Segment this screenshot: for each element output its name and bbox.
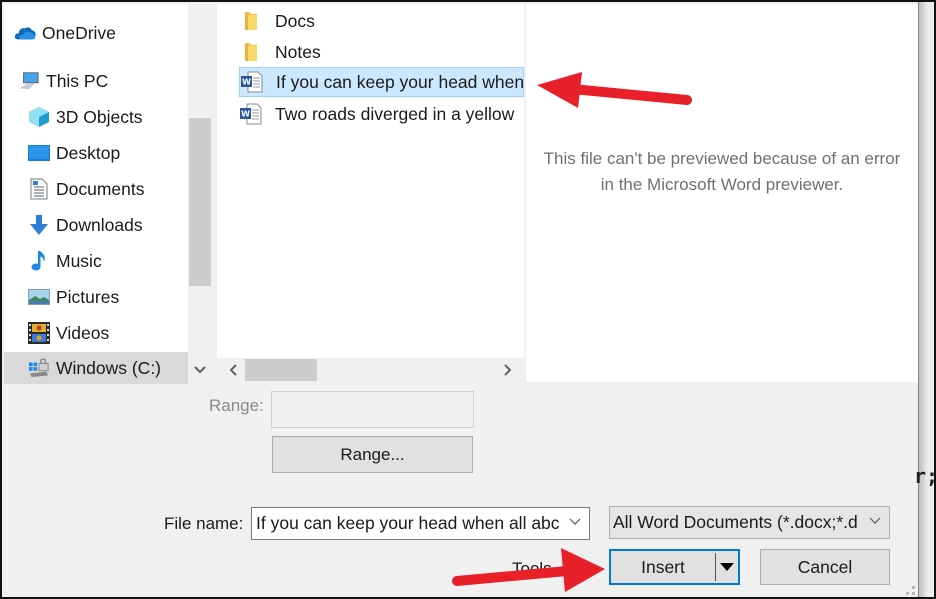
file-name-input[interactable]: If you can keep your head when all abc — [251, 507, 590, 540]
nav-item-label: Music — [56, 250, 102, 271]
svg-text:W: W — [241, 110, 250, 119]
range-input[interactable] — [271, 391, 474, 428]
scroll-down-icon[interactable] — [188, 358, 212, 382]
range-label: Range: — [209, 396, 264, 415]
nav-item-label: Desktop — [56, 142, 121, 163]
caret-down-icon — [720, 563, 734, 571]
videos-icon — [28, 322, 50, 344]
nav-item-onedrive[interactable]: OneDrive — [4, 16, 188, 50]
navigation-scrollbar[interactable] — [188, 4, 212, 382]
nav-item-label: Documents — [56, 178, 145, 199]
nav-item-this-pc[interactable]: This PC — [4, 64, 188, 98]
scrollbar-thumb[interactable] — [189, 118, 211, 286]
cancel-button[interactable]: Cancel — [760, 549, 890, 585]
chevron-down-icon — [869, 513, 881, 528]
navigation-pane: OneDrive This PC 3D Objects Desktop Docu… — [4, 4, 188, 384]
file-type-filter-value: All Word Documents (*.docx;*.d — [613, 512, 858, 532]
nav-item-downloads[interactable]: Downloads — [4, 208, 188, 242]
background-text-fragment: r; — [914, 464, 936, 488]
insert-split-button[interactable]: Insert — [609, 549, 740, 585]
scroll-left-icon[interactable] — [221, 358, 245, 382]
scrollbar-thumb[interactable] — [245, 359, 317, 381]
insert-options-dropdown[interactable] — [716, 563, 738, 571]
3d-objects-icon — [28, 106, 50, 128]
music-note-icon — [28, 250, 50, 272]
file-item-if-you-can-keep-your-head[interactable]: W If you can keep your head when — [239, 67, 524, 97]
folder-icon — [239, 41, 263, 63]
chevron-down-icon[interactable] — [569, 514, 581, 529]
onedrive-cloud-icon — [14, 22, 36, 44]
nav-item-label: 3D Objects — [56, 106, 143, 127]
preview-message-line-2: in the Microsoft Word previewer. — [600, 175, 844, 194]
desktop-icon — [28, 142, 50, 164]
drive-icon — [28, 357, 50, 379]
nav-item-label: This PC — [46, 70, 109, 91]
file-name-label: File name: — [164, 514, 244, 533]
file-item-two-roads-diverged[interactable]: W Two roads diverged in a yellow — [239, 99, 524, 129]
range-button[interactable]: Range... — [272, 436, 473, 473]
preview-error-message: This file can't be previewed because of … — [526, 146, 918, 198]
download-arrow-icon — [28, 214, 50, 236]
file-name: Notes — [275, 41, 321, 62]
insert-button[interactable]: Insert — [611, 557, 715, 578]
tools-menu-button[interactable]: Tools — [512, 559, 552, 579]
insert-file-dialog: OneDrive This PC 3D Objects Desktop Docu… — [0, 0, 936, 599]
nav-item-label: Windows (C:) — [56, 357, 162, 378]
nav-item-windows-c[interactable]: Windows (C:) — [4, 352, 188, 384]
nav-item-label: OneDrive — [42, 22, 116, 43]
file-item-notes[interactable]: Notes — [239, 37, 519, 67]
nav-item-documents[interactable]: Documents — [4, 172, 188, 206]
nav-item-desktop[interactable]: Desktop — [4, 136, 188, 170]
file-name: If you can keep your head when — [276, 71, 524, 92]
word-document-icon: W — [240, 71, 264, 93]
resize-grip-icon[interactable] — [906, 586, 916, 596]
preview-pane: This file can't be previewed because of … — [526, 4, 918, 382]
nav-item-label: Pictures — [56, 286, 120, 307]
computer-icon — [18, 70, 40, 92]
folder-icon — [239, 10, 263, 32]
preview-message-line-1: This file can't be previewed because of … — [543, 149, 901, 168]
nav-item-label: Downloads — [56, 214, 143, 235]
file-list: Docs Notes W If you can keep your head w… — [217, 4, 524, 360]
nav-item-videos[interactable]: Videos — [4, 316, 188, 350]
background-window-edge — [918, 2, 934, 597]
word-document-icon: W — [239, 103, 263, 125]
scroll-right-icon[interactable] — [496, 358, 520, 382]
file-item-docs[interactable]: Docs — [239, 6, 519, 36]
file-list-horizontal-scrollbar[interactable] — [217, 358, 524, 382]
nav-item-music[interactable]: Music — [4, 244, 188, 278]
documents-icon — [28, 178, 50, 200]
pictures-icon — [28, 286, 50, 308]
file-name-value: If you can keep your head when all abc — [256, 513, 560, 533]
file-name: Docs — [275, 10, 315, 31]
file-type-filter-select[interactable]: All Word Documents (*.docx;*.d — [609, 506, 890, 539]
file-name: Two roads diverged in a yellow — [275, 103, 515, 124]
svg-text:W: W — [242, 78, 251, 87]
nav-item-label: Videos — [56, 322, 110, 343]
nav-item-3d-objects[interactable]: 3D Objects — [4, 100, 188, 134]
nav-item-pictures[interactable]: Pictures — [4, 280, 188, 314]
